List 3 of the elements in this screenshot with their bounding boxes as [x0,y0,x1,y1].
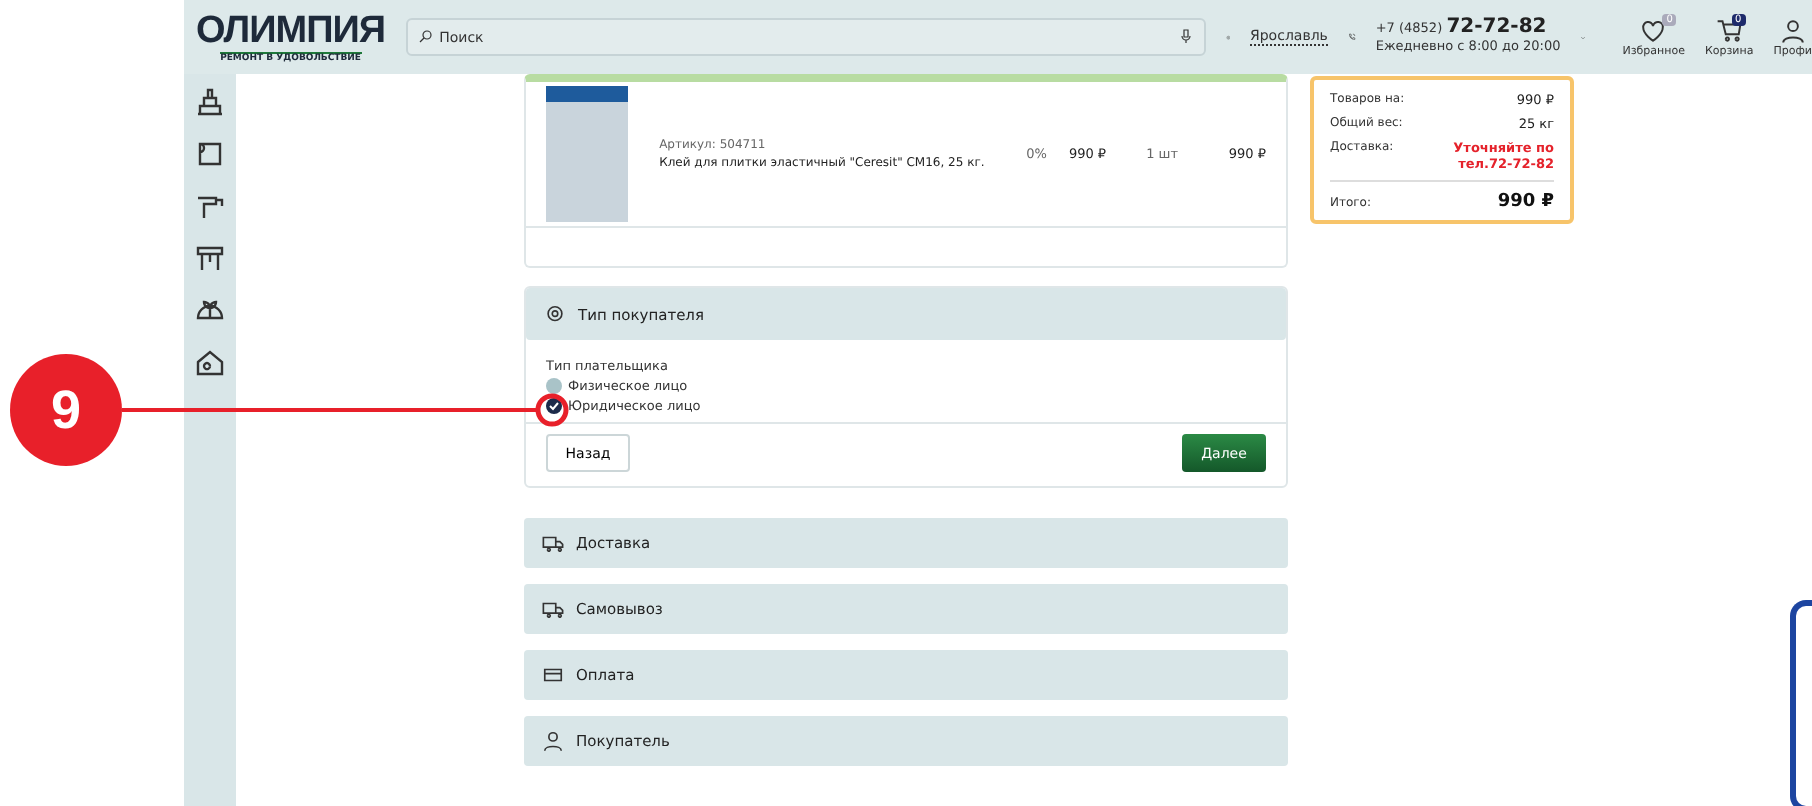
logo[interactable]: ОЛИМПИЯ [196,11,386,51]
total-value: 990 ₽ [1497,192,1554,212]
step-number-badge: 9 [10,354,122,466]
